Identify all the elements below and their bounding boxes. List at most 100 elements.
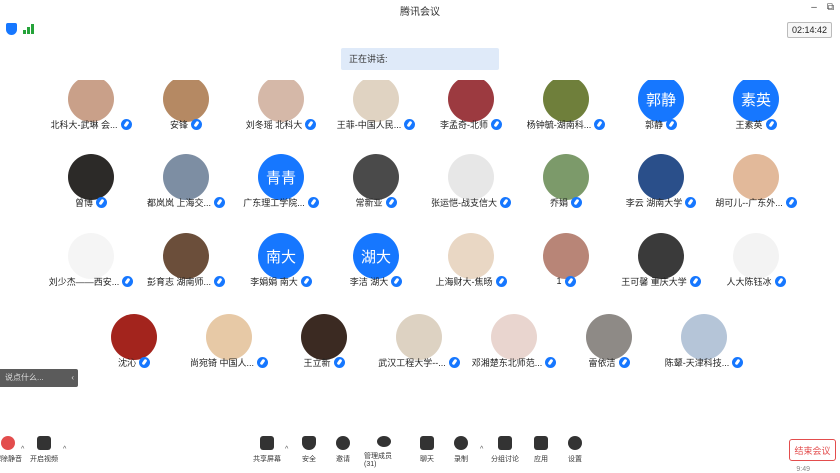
microphone-icon	[495, 275, 507, 287]
participant-tile[interactable]: 雷依洁	[554, 314, 664, 374]
record-button[interactable]: 录制	[441, 436, 481, 468]
avatar	[733, 233, 779, 279]
participant-name: 郭静	[644, 119, 663, 130]
participant-name-row: 李孟奇-北师	[416, 117, 526, 131]
breakout-button[interactable]: 分组讨论	[485, 436, 525, 468]
participant-name: 王可馨 重庆大学	[621, 276, 687, 287]
participant-tile[interactable]: 北科大-武琳 会...	[36, 80, 146, 136]
participant-name: 李孟奇-北师	[440, 119, 488, 130]
participant-name-row: 彭育志 湖南师...	[131, 274, 241, 288]
breakout-rooms-icon	[498, 436, 512, 450]
participant-tile[interactable]: 沈沁	[79, 314, 189, 374]
participant-tile[interactable]: 杨钟毓-湖南科...	[511, 80, 621, 136]
participant-name-row: 张运恺-战支信大	[416, 195, 526, 209]
chevron-up-icon[interactable]: ^	[285, 446, 288, 453]
microphone-icon	[305, 118, 317, 130]
participant-name-row: 北科大-武琳 会...	[36, 117, 146, 131]
participant-name-row: 人大陈钰冰	[701, 274, 811, 288]
participant-name: 王菲-中国人民...	[336, 119, 402, 130]
participant-name: 邓湘楚东北师范...	[471, 357, 543, 368]
participant-tile[interactable]: 彭育志 湖南师...	[131, 233, 241, 293]
participant-tile[interactable]: 素英 王素英	[701, 80, 811, 136]
participant-tile[interactable]: 乔娟	[511, 154, 621, 214]
settings-button[interactable]: 设置	[555, 436, 595, 468]
participant-tile[interactable]: 常新亚	[321, 154, 431, 214]
members-button[interactable]: 管理成员(31)	[364, 436, 404, 468]
shield-icon	[302, 436, 316, 450]
restore-icon[interactable]: ⧉	[827, 2, 834, 13]
participant-tile[interactable]: 南大 李娟娟 南大	[226, 233, 336, 293]
chevron-up-icon[interactable]: ^	[21, 446, 24, 453]
invite-label: 邀请	[336, 456, 350, 463]
corner-time: 9:49	[796, 466, 810, 473]
record-icon	[454, 436, 468, 450]
participant-tile[interactable]: 青青 广东理工学院...	[226, 154, 336, 214]
participant-tile[interactable]: 王立新	[269, 314, 379, 374]
participant-tile[interactable]: 人大陈钰冰	[701, 233, 811, 293]
participant-name-row: 上海财大-焦旸	[416, 274, 526, 288]
breakout-label: 分组讨论	[491, 456, 519, 463]
chat-input[interactable]: 说点什么... ‹	[0, 369, 78, 387]
participant-name-row: 李洁 湖大	[321, 274, 431, 288]
shield-icon[interactable]	[6, 23, 17, 35]
chat-label: 聊天	[420, 456, 434, 463]
end-meeting-button[interactable]: 结束会议	[789, 439, 836, 461]
participant-tile[interactable]: 王菲-中国人民...	[321, 80, 431, 136]
microphone-icon	[139, 356, 150, 368]
participant-name: 王素英	[735, 119, 763, 130]
chat-placeholder: 说点什么...	[5, 373, 44, 382]
security-label: 安全	[302, 456, 316, 463]
users-icon	[377, 436, 391, 447]
participant-tile[interactable]: 曾博	[36, 154, 146, 214]
participant-name-row: 安锋	[131, 117, 241, 131]
participant-name: 陈颦-天津科技...	[664, 357, 730, 368]
add-user-icon	[336, 436, 350, 450]
signal-icon[interactable]	[23, 24, 35, 34]
avatar	[638, 233, 684, 279]
participant-tile[interactable]: 尚宛锜 中国人...	[174, 314, 284, 374]
avatar	[543, 154, 589, 200]
minimize-icon[interactable]: –	[811, 2, 817, 13]
participant-tile[interactable]: 王可馨 重庆大学	[606, 233, 716, 293]
avatar	[448, 154, 494, 200]
participant-tile[interactable]: 李孟奇-北师	[416, 80, 526, 136]
participant-name: 广东理工学院...	[243, 197, 305, 208]
participant-tile[interactable]: 武汉工程大学--...	[364, 314, 474, 374]
participant-name: 北科大-武琳 会...	[50, 119, 118, 130]
chevron-up-icon[interactable]: ^	[480, 446, 483, 453]
microphone-icon	[404, 118, 416, 130]
avatar	[301, 314, 347, 360]
share-screen-button[interactable]: 共享屏幕	[247, 436, 287, 468]
participant-tile[interactable]: 张运恺-战支信大	[416, 154, 526, 214]
participant-name: 李洁 湖大	[349, 276, 389, 287]
participant-tile[interactable]: 陈颦-天津科技...	[649, 314, 759, 374]
video-button[interactable]: 开启视频	[24, 436, 64, 468]
avatar	[163, 154, 209, 200]
participant-name: 刘少杰——西安...	[48, 276, 120, 287]
avatar	[111, 314, 157, 360]
chevron-up-icon[interactable]: ^	[63, 446, 66, 453]
microphone-icon	[618, 356, 630, 368]
participant-tile[interactable]: 湖大 李洁 湖大	[321, 233, 431, 293]
participant-tile[interactable]: 上海财大-焦旸	[416, 233, 526, 293]
avatar: 南大	[258, 233, 304, 279]
invite-button[interactable]: 邀请	[323, 436, 363, 468]
participant-tile[interactable]: 都岚岚 上海交...	[131, 154, 241, 214]
participant-tile[interactable]: 刘冬瑶 北科大	[226, 80, 336, 136]
participant-tile[interactable]: 邓湘楚东北师范...	[459, 314, 569, 374]
microphone-icon	[685, 196, 697, 208]
participant-tile[interactable]: 胡可儿--广东外...	[701, 154, 811, 214]
chevron-left-icon[interactable]: ‹	[71, 369, 74, 387]
participant-name-row: 曾博	[36, 195, 146, 209]
participant-tile[interactable]: 郭静 郭静	[606, 80, 716, 136]
microphone-icon	[385, 196, 397, 208]
participant-tile[interactable]: 1	[511, 233, 621, 293]
participant-tile[interactable]: 安锋	[131, 80, 241, 136]
microphone-icon	[500, 196, 511, 208]
microphone-icon	[666, 118, 677, 130]
participant-tile[interactable]: 李云 湖南大学	[606, 154, 716, 214]
participant-name-row: 陈颦-天津科技...	[649, 355, 759, 369]
avatar	[353, 80, 399, 122]
participant-grid: 北科大-武琳 会... 安锋 刘冬瑶 北科大 王菲-中国人民... 李孟奇-北师 杨钟毓-…	[0, 80, 840, 380]
participant-tile[interactable]: 刘少杰——西安...	[36, 233, 146, 293]
